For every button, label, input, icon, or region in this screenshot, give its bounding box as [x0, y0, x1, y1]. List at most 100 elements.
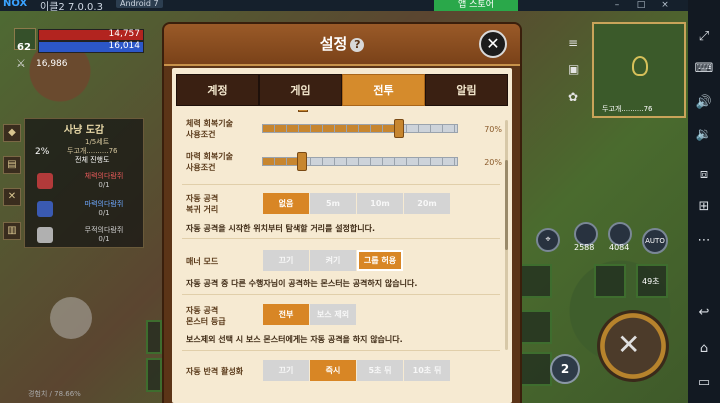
auto-battle-button[interactable]: AUTO — [642, 228, 668, 254]
skill-slot-1[interactable] — [520, 264, 552, 298]
android-version-badge: Android 7 — [116, 0, 163, 8]
settings-tabs: 계정 게임 전투 알림 — [176, 74, 508, 106]
codex-entry-1-count: 0/1 — [98, 181, 110, 189]
divider — [182, 238, 500, 239]
emulator-window-title: 이클2 7.0.0.3 — [40, 2, 103, 11]
skill-slot-4[interactable] — [520, 310, 552, 344]
codex-entry-3-count: 0/1 — [98, 235, 110, 243]
codex-title: 사냥 도감 — [63, 125, 105, 136]
quest-close-icon[interactable]: ✕ — [3, 188, 21, 206]
option-counter-10s[interactable]: 10초 뒤 — [404, 360, 450, 381]
codex-entry-1: 체력의다람쥐 — [84, 172, 124, 180]
option-allow-group[interactable]: 그룹 허용 — [357, 250, 403, 271]
keyboard-icon[interactable]: ⌨ — [694, 60, 714, 78]
menu-icon[interactable]: ≡ — [568, 36, 578, 50]
quick-slot-left-2[interactable] — [146, 358, 162, 392]
previous-slider-knob[interactable] — [298, 110, 308, 112]
minimap-portal-marker — [632, 56, 648, 76]
option-none[interactable]: 없음 — [263, 193, 309, 214]
option-10m[interactable]: 10m — [357, 193, 403, 214]
skill-cooldown: 49초 — [642, 277, 660, 286]
recent-apps-icon[interactable]: ▭ — [694, 374, 714, 392]
skill-slot-2[interactable] — [594, 264, 626, 298]
scrollbar-thumb[interactable] — [505, 160, 508, 250]
volume-up-icon[interactable]: 🔊 — [694, 94, 714, 112]
skill-slot-5[interactable] — [520, 352, 552, 386]
movement-joystick[interactable] — [50, 297, 92, 339]
home-icon[interactable]: ⌂ — [694, 340, 714, 358]
option-on[interactable]: 켜기 — [310, 250, 356, 271]
volume-down-icon[interactable]: 🔉 — [694, 126, 714, 144]
quest-collapse-icon[interactable]: ◆ — [3, 124, 21, 142]
tab-game[interactable]: 게임 — [259, 74, 342, 106]
more-icon[interactable]: ⋯ — [694, 232, 714, 250]
monster-grade-label-line2: 몬스터 등급 — [186, 317, 226, 326]
minimize-icon[interactable]: – — [610, 0, 624, 11]
fullscreen-icon[interactable]: ⤢ — [694, 28, 714, 46]
skill-slot-3[interactable]: 49초 — [636, 264, 668, 298]
option-all[interactable]: 전부 — [263, 304, 309, 325]
emulator-sidebar: ⤢ ⌨ 🔊 🔉 ⧈ ⊞ ⋯ ↩ ⌂ ▭ — [688, 0, 720, 403]
hp-slider-knob[interactable] — [394, 119, 404, 138]
help-icon[interactable]: ? — [350, 37, 365, 52]
tab-combat[interactable]: 전투 — [342, 74, 425, 106]
quick-slot-left-1[interactable] — [146, 320, 162, 354]
back-icon[interactable]: ↩ — [694, 304, 714, 322]
target-icon[interactable]: ⌖ — [536, 228, 560, 252]
hp-slider-ticks — [263, 125, 457, 132]
tab-notifications[interactable]: 알림 — [425, 74, 508, 106]
quest-book-icon[interactable]: ▤ — [3, 156, 21, 174]
attack-button[interactable]: ✕ — [597, 310, 669, 382]
screenshot-icon[interactable]: ⧈ — [694, 166, 714, 184]
divider — [182, 350, 500, 351]
hp-skill-label-line2: 사용조건 — [186, 130, 216, 139]
close-settings-button[interactable]: ✕ — [479, 30, 507, 58]
mp-skill-value: 20% — [484, 158, 502, 167]
mp-skill-slider[interactable] — [262, 152, 458, 171]
bag-icon[interactable]: ▣ — [568, 62, 579, 76]
settings-modal: 설정? ✕ 계정 게임 전투 알림 체력 회복기술 사용조건 70% 마력 회복… — [164, 24, 520, 403]
mp-slider-ticks — [263, 158, 457, 165]
swap-number: 2 — [560, 362, 570, 376]
option-exclude-boss[interactable]: 보스 제외 — [310, 304, 356, 325]
settings-scrollbar[interactable] — [505, 120, 508, 350]
close-window-icon[interactable]: × — [658, 0, 672, 11]
hunting-codex-panel[interactable]: 사냥 도감 1/5세트 두고개..........76 전체 진행도 2% 체력… — [24, 118, 144, 248]
mp-slider-knob[interactable] — [297, 152, 307, 171]
option-counter-off[interactable]: 끄기 — [263, 360, 309, 381]
hp-skill-slider[interactable] — [262, 119, 458, 138]
mp-skill-label: 마력 회복기술 사용조건 — [186, 151, 233, 173]
option-5m[interactable]: 5m — [310, 193, 356, 214]
maximize-icon[interactable]: □ — [634, 0, 648, 11]
codex-entry-3: 무적의다람쥐 — [84, 226, 124, 234]
settings-header: 설정? ✕ — [164, 24, 520, 66]
divider — [182, 294, 500, 295]
hp-skill-label: 체력 회복기술 사용조건 — [186, 118, 233, 140]
hp-skill-label-line1: 체력 회복기술 — [186, 119, 233, 128]
option-off[interactable]: 끄기 — [263, 250, 309, 271]
codex-percent: 2% — [35, 147, 50, 157]
pet-icon[interactable]: ✿ — [568, 90, 578, 104]
minimap[interactable]: 두고개..........76 — [592, 22, 686, 118]
monster-grade-label-line1: 자동 공격 — [186, 306, 219, 315]
attack-sword-icon: ✕ — [617, 328, 641, 361]
skill-a-counter: 2588 — [574, 243, 595, 252]
manner-mode-description: 자동 공격 중 다른 수행자님이 공격하는 몬스터는 공격하지 않습니다. — [186, 279, 418, 288]
weapon-swap-button[interactable]: 2 — [550, 354, 580, 384]
mp-bar: 16,014 — [38, 41, 144, 53]
return-distance-label: 자동 공격 복귀 거리 — [186, 193, 218, 215]
tab-account[interactable]: 계정 — [176, 74, 259, 106]
combat-settings-list[interactable]: 체력 회복기술 사용조건 70% 마력 회복기술 사용조건 20% 자동 공격 … — [172, 110, 512, 403]
codex-mode: 전체 진행도 — [75, 156, 110, 164]
option-counter-5s[interactable]: 5초 뒤 — [357, 360, 403, 381]
apk-install-icon[interactable]: ⊞ — [694, 198, 714, 216]
codex-entry-2-count: 0/1 — [98, 209, 110, 217]
settings-body: 계정 게임 전투 알림 체력 회복기술 사용조건 70% 마력 회복기술 사용조… — [172, 68, 512, 403]
quest-journal-icon[interactable]: ▥ — [3, 222, 21, 240]
option-counter-instant[interactable]: 즉시 — [310, 360, 356, 381]
player-level: 62 — [17, 42, 31, 53]
app-store-button[interactable]: 앱 스토어 — [434, 0, 518, 11]
hp-bar: 14,757 — [38, 29, 144, 41]
option-20m[interactable]: 20m — [404, 193, 450, 214]
settings-title-row: 설정? — [164, 33, 520, 54]
